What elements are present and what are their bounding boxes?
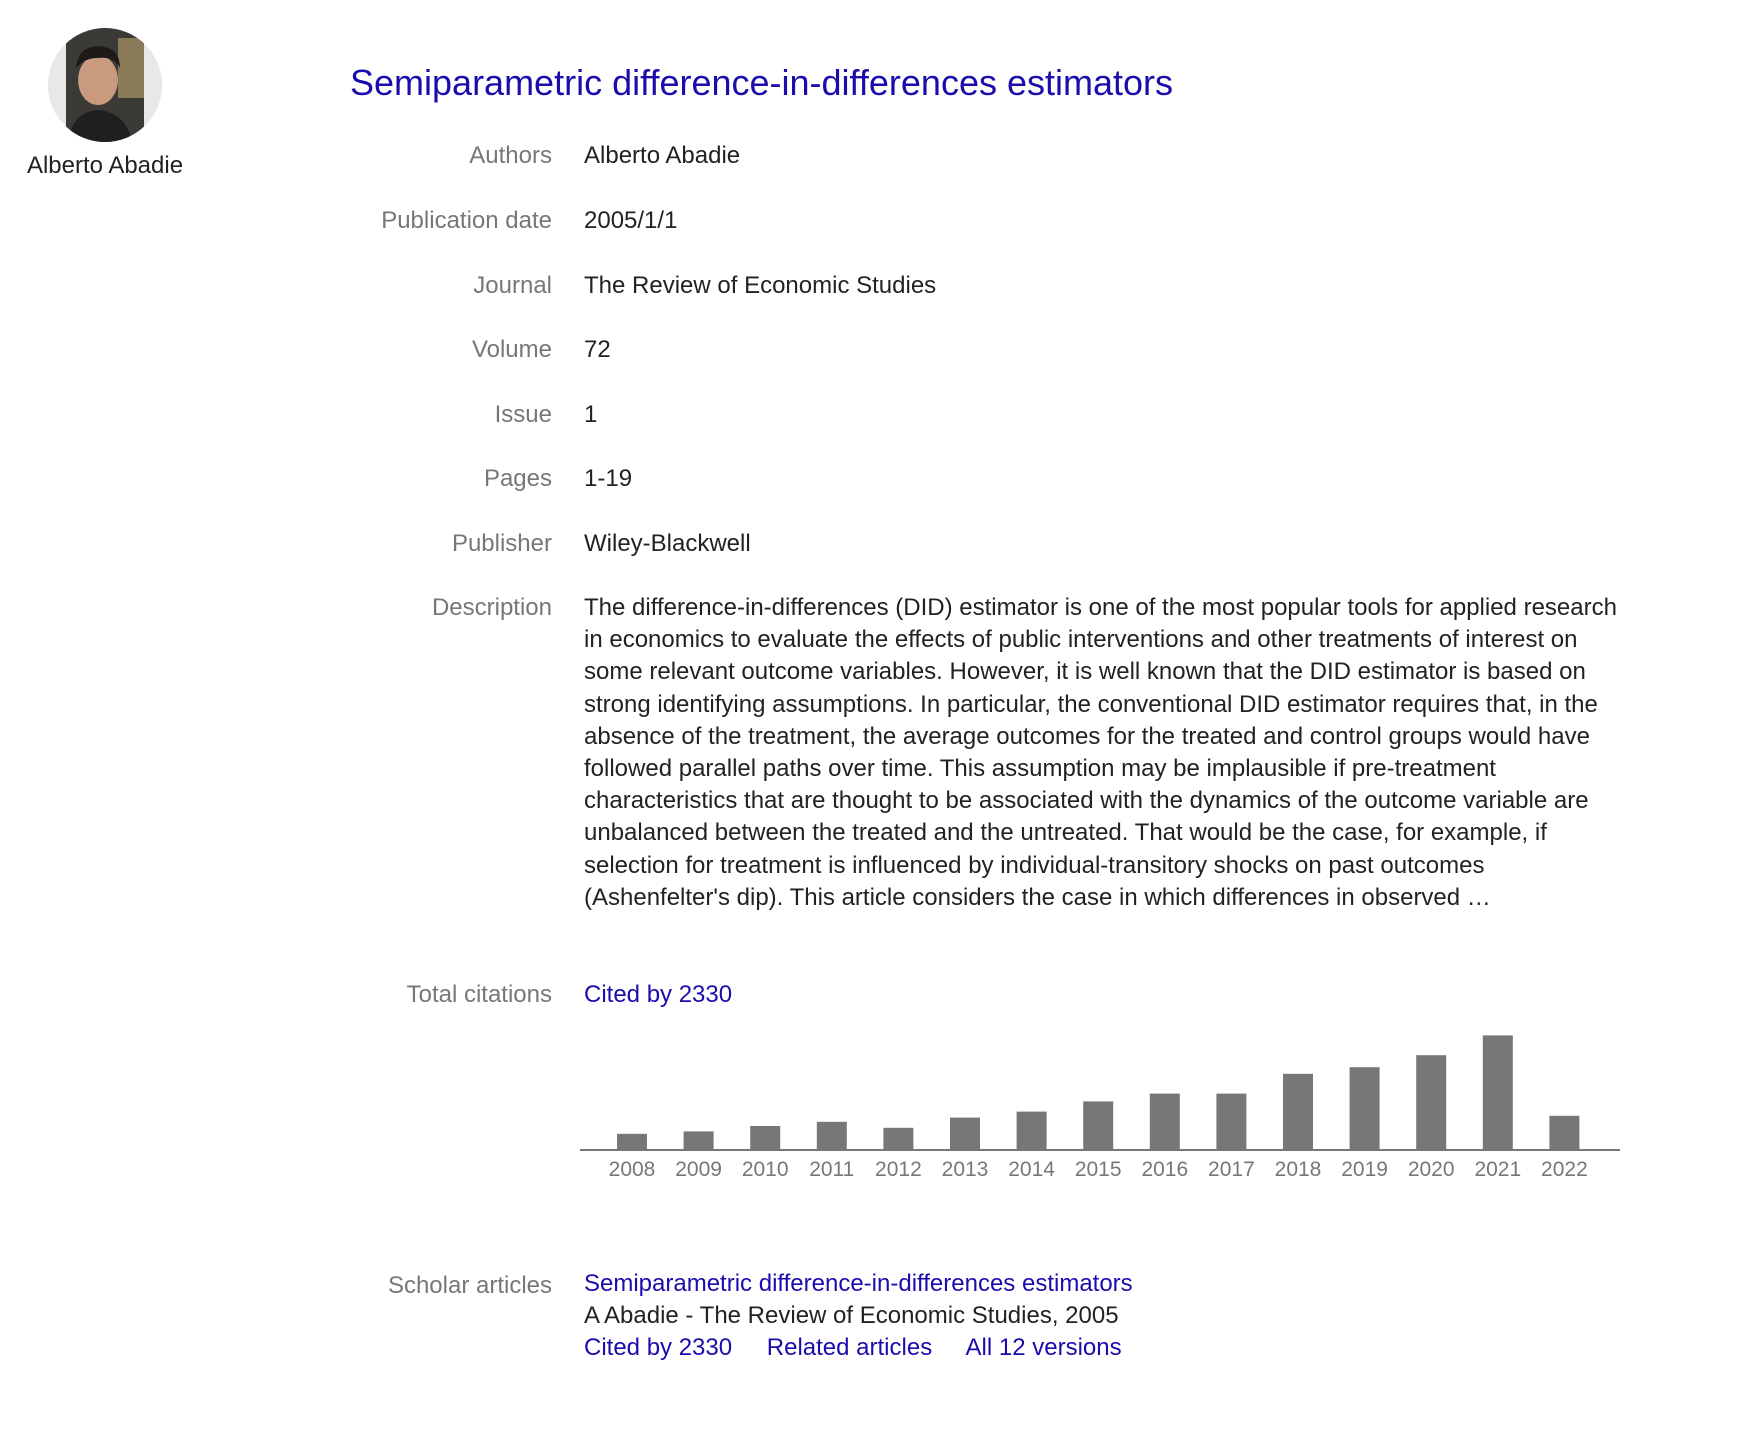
article-title[interactable]: Semiparametric difference-in-differences…	[350, 62, 1173, 104]
scholar-article-meta: A Abadie - The Review of Economic Studie…	[584, 1302, 1119, 1329]
chart-tick-label-2012: 2012	[875, 1158, 922, 1181]
chart-bar-2014[interactable]	[1016, 1111, 1047, 1150]
chart-bar-2022[interactable]	[1549, 1115, 1580, 1150]
issue-value: 1	[584, 401, 598, 428]
chart-tick-label-2020: 2020	[1408, 1158, 1455, 1181]
chart-bar-2009[interactable]	[683, 1131, 714, 1150]
chart-tick-label-2013: 2013	[942, 1158, 989, 1181]
scholar-articles-label: Scholar articles	[387, 1272, 552, 1299]
volume-label: Volume	[471, 336, 552, 363]
pages-label: Pages	[483, 465, 552, 492]
chart-tick-label-2021: 2021	[1474, 1158, 1521, 1181]
chart-bar-2021[interactable]	[1482, 1035, 1513, 1150]
cited-by-link[interactable]: Cited by 2330	[584, 981, 732, 1009]
chart-tick-label-2010: 2010	[742, 1158, 789, 1181]
chart-bar-2020[interactable]	[1416, 1055, 1447, 1150]
volume-value: 72	[584, 336, 611, 363]
chart-bar-2010[interactable]	[750, 1126, 781, 1150]
issue-label: Issue	[494, 401, 552, 428]
publisher-label: Publisher	[451, 530, 552, 557]
pages-value: 1-19	[584, 465, 633, 492]
chart-tick-label-2008: 2008	[609, 1158, 656, 1181]
publication-date-value: 2005/1/1	[584, 207, 678, 234]
chart-bar-2019[interactable]	[1349, 1067, 1380, 1150]
authors-label: Authors	[469, 142, 552, 169]
chart-tick-label-2014: 2014	[1008, 1158, 1055, 1181]
chart-tick-label-2009: 2009	[675, 1158, 722, 1181]
publication-date-label: Publication date	[381, 207, 552, 234]
chart-bar-2015[interactable]	[1083, 1101, 1114, 1150]
avatar[interactable]	[48, 28, 162, 142]
publisher-value: Wiley-Blackwell	[584, 530, 751, 557]
all-versions-link[interactable]: All 12 versions	[966, 1334, 1122, 1361]
chart-bar-2016[interactable]	[1149, 1093, 1180, 1150]
journal-value: The Review of Economic Studies	[584, 272, 937, 299]
scholar-links: Cited by 2330 Related articles All 12 ve…	[584, 1334, 1150, 1362]
journal-label: Journal	[473, 272, 552, 299]
scholar-article-link[interactable]: Semiparametric difference-in-differences…	[584, 1270, 1133, 1298]
chart-bar-2011[interactable]	[816, 1121, 847, 1150]
chart-bar-2012[interactable]	[883, 1127, 914, 1150]
chart-tick-label-2016: 2016	[1141, 1158, 1188, 1181]
chart-tick-label-2015: 2015	[1075, 1158, 1122, 1181]
description-text: The difference-in-differences (DID) esti…	[584, 594, 1617, 911]
citations-chart: 2008 2009 2010 2011 2012 2013 2014 2015 2016 2017…	[580, 1035, 1620, 1181]
chart-tick-label-2017: 2017	[1208, 1158, 1255, 1181]
chart-tick-label-2022: 2022	[1541, 1158, 1588, 1181]
chart-bar-2017[interactable]	[1216, 1093, 1247, 1150]
total-citations-label: Total citations	[406, 981, 552, 1008]
chart-bar-2013[interactable]	[950, 1117, 980, 1150]
chart-tick-label-2018: 2018	[1275, 1158, 1322, 1181]
description-label: Description	[431, 594, 552, 621]
scholar-cited-by-link[interactable]: Cited by 2330	[584, 1334, 732, 1361]
chart-bar-2018[interactable]	[1283, 1073, 1313, 1150]
related-articles-link[interactable]: Related articles	[767, 1334, 932, 1361]
chart-bar-2008[interactable]	[617, 1133, 647, 1150]
chart-tick-label-2019: 2019	[1341, 1158, 1388, 1181]
avatar-photo	[48, 28, 162, 142]
chart-tick-label-2011: 2011	[809, 1158, 854, 1181]
authors-value: Alberto Abadie	[584, 142, 741, 169]
